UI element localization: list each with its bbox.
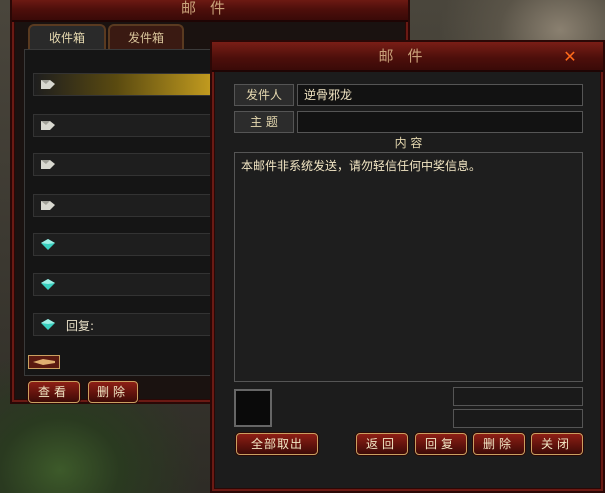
mail-item[interactable] (33, 153, 218, 176)
read-mail-icon (41, 160, 55, 169)
view-button[interactable]: 查看 (28, 381, 80, 403)
mail-item[interactable] (33, 114, 218, 137)
reply-button[interactable]: 回复 (415, 433, 467, 455)
attachment-slot[interactable] (234, 389, 272, 427)
unread-gem-icon (41, 319, 55, 330)
mail-item[interactable]: 回复: (33, 313, 218, 336)
close-button[interactable]: 关闭 (531, 433, 583, 455)
back-button[interactable]: 返回 (356, 433, 408, 455)
sender-field: 逆骨邪龙 (297, 84, 583, 106)
take-all-button[interactable]: 全部取出 (236, 433, 318, 455)
read-mail-icon (41, 121, 55, 130)
sender-label: 发件人 (234, 84, 294, 106)
mail-item[interactable] (33, 233, 218, 256)
delete-button[interactable]: 删除 (88, 381, 138, 403)
unread-gem-icon (41, 279, 55, 290)
page-indicator-icon[interactable] (28, 355, 60, 369)
read-mail-icon (41, 201, 55, 210)
content-area: 本邮件非系统发送，请勿轻信任何中奖信息。 (234, 152, 583, 382)
inbox-title: 邮件 (12, 0, 408, 22)
mail-title: 邮件 (212, 42, 603, 72)
arrow-left-icon (33, 359, 55, 365)
tab-inbox[interactable]: 收件箱 (28, 24, 106, 50)
mail-item[interactable] (33, 194, 218, 217)
subject-label: 主 题 (234, 111, 294, 133)
mail-item-label: 回复: (66, 319, 95, 333)
attachment-info-field (453, 409, 583, 428)
mail-item[interactable] (33, 273, 218, 296)
read-mail-icon (41, 80, 55, 89)
close-icon[interactable]: ✕ (562, 49, 578, 65)
unread-gem-icon (41, 239, 55, 250)
delete-mail-button[interactable]: 删除 (473, 433, 525, 455)
mail-item[interactable] (33, 73, 218, 96)
content-label: 内 容 (394, 136, 423, 150)
subject-field (297, 111, 583, 133)
attachment-info-field (453, 387, 583, 406)
tab-outbox[interactable]: 发件箱 (108, 24, 184, 50)
